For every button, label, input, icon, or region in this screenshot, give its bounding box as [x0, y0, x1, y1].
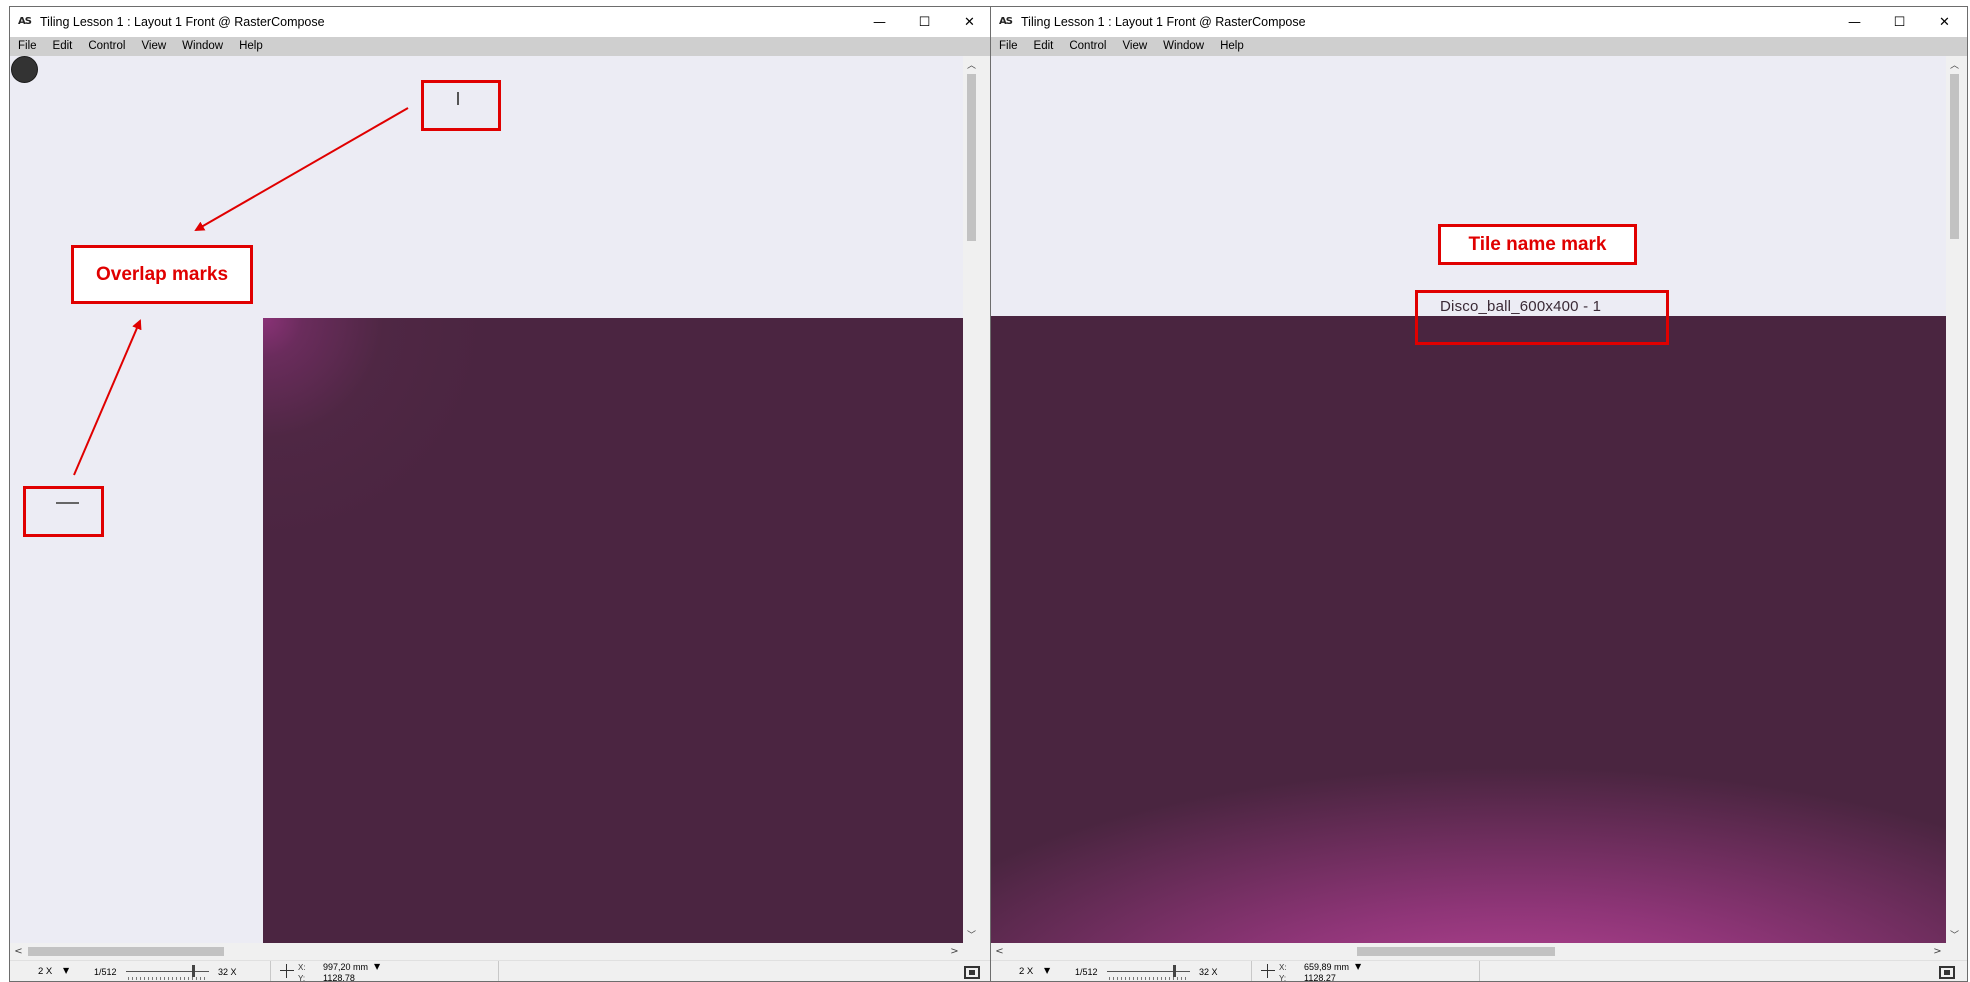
minimize-button[interactable]: — [1832, 7, 1877, 37]
close-button[interactable]: ✕ [1922, 7, 1967, 37]
right-window: AS Tiling Lesson 1 : Layout 1 Front @ Ra… [990, 6, 1968, 982]
x-coord-value: 659,89 mm [1304, 962, 1350, 972]
layout-canvas[interactable]: Overlap marks [10, 56, 963, 943]
x-coord-value: 997,20 mm [323, 962, 369, 972]
overlap-marks-callout: Overlap marks [71, 245, 253, 304]
y-coord-value: 1128,78 [323, 973, 355, 982]
zoom-max-label: 32 X [1199, 967, 1218, 977]
scroll-up-icon[interactable]: ︿ [963, 56, 980, 73]
menu-bar: File Edit Control View Window Help [991, 37, 1967, 56]
annotation-box-tile-name [1415, 290, 1669, 345]
menu-control[interactable]: Control [80, 37, 133, 56]
scroll-right-icon[interactable]: > [946, 943, 963, 960]
horizontal-scrollbar[interactable]: < > [991, 943, 1963, 960]
scroll-left-icon[interactable]: < [10, 943, 27, 960]
scroll-left-icon[interactable]: < [991, 943, 1008, 960]
window-title: Tiling Lesson 1 : Layout 1 Front @ Raste… [1021, 15, 1306, 29]
crosshair-icon [1261, 964, 1275, 978]
x-coord-label: X: [298, 963, 306, 972]
tile-image [263, 318, 963, 943]
app-icon: AS [999, 16, 1013, 27]
minimize-button[interactable]: — [857, 7, 902, 37]
status-bar: 2 X ▼ 1/512 32 X X: 659,89 mm ▼ Y: 1128,… [991, 960, 1967, 982]
window-controls: — ☐ ✕ [1832, 7, 1967, 37]
zoom-dropdown-icon[interactable]: ▼ [63, 966, 69, 975]
left-window: AS Tiling Lesson 1 : Layout 1 Front @ Ra… [9, 6, 993, 982]
menu-edit[interactable]: Edit [1026, 37, 1062, 56]
crosshair-icon [280, 964, 294, 978]
horizontal-scroll-thumb[interactable] [28, 947, 224, 956]
status-separator [1251, 961, 1252, 981]
arrow-to-callout-bottom [73, 319, 142, 476]
close-button[interactable]: ✕ [947, 7, 992, 37]
unit-dropdown-icon[interactable]: ▼ [1355, 962, 1361, 971]
menu-help[interactable]: Help [231, 37, 271, 56]
zoom-slider[interactable] [126, 964, 209, 981]
zoom-slider-ticks [1109, 977, 1188, 980]
zoom-slider-track [126, 971, 209, 972]
zoom-slider-ticks [128, 977, 207, 980]
scroll-down-icon[interactable]: ﹀ [1946, 926, 1963, 943]
zoom-slider-knob[interactable] [192, 965, 196, 977]
y-coord-label: Y: [298, 974, 306, 982]
vertical-scroll-thumb[interactable] [1950, 74, 1959, 239]
zoom-slider-knob[interactable] [1173, 965, 1177, 977]
horizontal-scrollbar[interactable]: < > [10, 943, 980, 960]
fit-to-window-icon[interactable] [1939, 966, 1955, 979]
menu-file[interactable]: File [10, 37, 45, 56]
scroll-up-icon[interactable]: ︿ [1946, 56, 1963, 73]
zoom-slider-track [1107, 971, 1190, 972]
zoom-factor[interactable]: 2 X [1019, 966, 1033, 977]
scroll-down-icon[interactable]: ﹀ [963, 926, 980, 943]
vertical-scroll-thumb[interactable] [967, 74, 976, 241]
menu-edit[interactable]: Edit [45, 37, 81, 56]
x-coord-label: X: [1279, 963, 1287, 972]
menu-view[interactable]: View [1114, 37, 1155, 56]
y-coord-label: Y: [1279, 974, 1287, 982]
app-icon: AS [18, 16, 32, 27]
unit-dropdown-icon[interactable]: ▼ [374, 962, 380, 971]
zoom-min-label: 1/512 [1075, 967, 1098, 977]
menu-view[interactable]: View [133, 37, 174, 56]
zoom-min-label: 1/512 [94, 967, 117, 977]
maximize-button[interactable]: ☐ [902, 7, 947, 37]
vertical-scrollbar[interactable]: ︿ ﹀ [1946, 56, 1963, 943]
annotation-box-top-mark [421, 80, 501, 131]
layout-canvas[interactable]: Disco_ball_600x400 - 1 Tile name mark [991, 56, 1946, 943]
window-controls: — ☐ ✕ [857, 7, 992, 37]
zoom-dropdown-icon[interactable]: ▼ [1044, 966, 1050, 975]
horizontal-scroll-thumb[interactable] [1357, 947, 1555, 956]
fit-to-window-icon[interactable] [964, 966, 980, 979]
vertical-scrollbar[interactable]: ︿ ﹀ [963, 56, 980, 943]
annotation-box-left-mark [23, 486, 104, 537]
zoom-max-label: 32 X [218, 967, 237, 977]
menu-window[interactable]: Window [174, 37, 231, 56]
arrow-to-callout-top [194, 107, 409, 231]
menu-bar: File Edit Control View Window Help [10, 37, 992, 56]
zoom-slider[interactable] [1107, 964, 1190, 981]
scroll-right-icon[interactable]: > [1929, 943, 1946, 960]
maximize-button[interactable]: ☐ [1877, 7, 1922, 37]
title-bar[interactable]: AS Tiling Lesson 1 : Layout 1 Front @ Ra… [10, 7, 992, 37]
menu-control[interactable]: Control [1061, 37, 1114, 56]
zoom-factor[interactable]: 2 X [38, 966, 52, 977]
status-separator [1479, 961, 1480, 981]
menu-help[interactable]: Help [1212, 37, 1252, 56]
menu-file[interactable]: File [991, 37, 1026, 56]
menu-window[interactable]: Window [1155, 37, 1212, 56]
y-coord-value: 1128,27 [1304, 973, 1336, 982]
registration-dot [11, 56, 38, 83]
status-separator [498, 961, 499, 981]
tile-name-mark-callout: Tile name mark [1438, 224, 1637, 265]
window-title: Tiling Lesson 1 : Layout 1 Front @ Raste… [40, 15, 325, 29]
status-bar: 2 X ▼ 1/512 32 X X: 997,20 mm ▼ Y: 1128,… [10, 960, 992, 982]
title-bar[interactable]: AS Tiling Lesson 1 : Layout 1 Front @ Ra… [991, 7, 1967, 37]
tile-image [991, 316, 1946, 943]
status-separator [270, 961, 271, 981]
